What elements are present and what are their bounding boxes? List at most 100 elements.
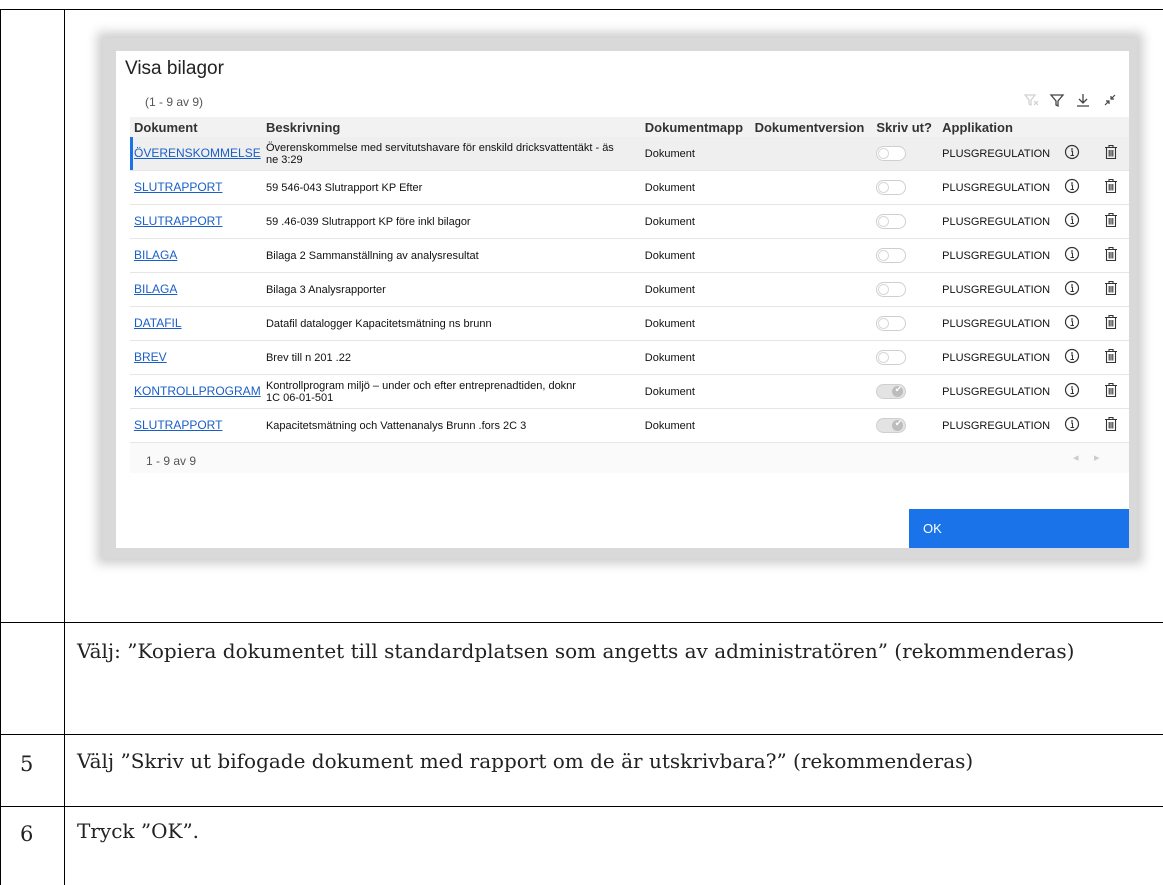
cell-skriv-ut (872, 238, 939, 273)
document-link[interactable]: ÖVERENSKOMMELSE (134, 146, 261, 160)
table-row[interactable]: SLUTRAPPORT 59 .46-039 Slutrapport KP för… (130, 204, 1129, 239)
check-icon: ✔ (894, 418, 903, 428)
table-row-divider (0, 806, 1163, 807)
document-link[interactable]: SLUTRAPPORT (134, 418, 222, 432)
cell-info (1050, 137, 1090, 171)
info-icon[interactable] (1064, 416, 1080, 432)
table-row[interactable]: BILAGA Bilaga 2 Sammanställning av analys… (130, 238, 1129, 273)
cell-beskrivning: Datafil datalogger Kapacitetsmätning ns … (261, 306, 641, 341)
trash-icon[interactable] (1104, 178, 1118, 194)
cell-dokument: KONTROLLPROGRAM (130, 374, 262, 409)
ok-button[interactable]: OK (909, 509, 1129, 548)
column-header-dokumentversion[interactable]: Dokumentversion (750, 117, 873, 137)
cell-delete (1089, 137, 1129, 171)
print-toggle[interactable]: ✔ (876, 384, 907, 399)
cell-beskrivning: Överenskommelse med servitutshavare för … (261, 137, 641, 171)
cell-beskrivning: 59 .46-039 Slutrapport KP före inkl bila… (261, 204, 641, 239)
cell-delete (1089, 408, 1129, 443)
cell-applikation: PLUSGREGULATION (938, 408, 1051, 443)
cell-info (1050, 170, 1090, 205)
cell-delete (1089, 374, 1129, 409)
cell-dokumentmapp: Dokument (640, 306, 751, 341)
document-link[interactable]: DATAFIL (134, 316, 182, 330)
print-toggle[interactable] (876, 316, 907, 331)
trash-icon[interactable] (1104, 382, 1118, 398)
column-header-skriv-ut[interactable]: Skriv ut? (872, 117, 939, 137)
clear-filter-icon[interactable] (1022, 91, 1040, 109)
table-row[interactable]: KONTROLLPROGRAM Kontrollprogram miljö – u… (130, 374, 1129, 409)
pager-text: 1 - 9 av 9 (146, 454, 197, 468)
cell-info (1050, 306, 1090, 341)
collapse-icon[interactable] (1101, 91, 1119, 109)
table-header-row: Dokument Beskrivning Dokumentmapp Dokume… (130, 117, 1129, 137)
info-icon[interactable] (1064, 246, 1080, 262)
print-toggle[interactable] (876, 350, 907, 365)
trash-icon[interactable] (1104, 212, 1118, 228)
table-row-divider (0, 734, 1163, 735)
column-header-dokument[interactable]: Dokument (130, 117, 262, 137)
trash-icon[interactable] (1104, 314, 1118, 330)
table-row[interactable]: BREV Brev till n 201 .22 Dokument PLUSGREGU… (130, 340, 1129, 375)
cell-dokumentmapp: Dokument (640, 238, 751, 273)
info-icon[interactable] (1064, 314, 1080, 330)
trash-icon[interactable] (1104, 280, 1118, 296)
document-link[interactable]: BILAGA (134, 282, 177, 296)
trash-icon[interactable] (1104, 348, 1118, 364)
cell-info (1050, 204, 1090, 239)
dialog-title: Visa bilagor (125, 58, 224, 79)
cell-dokumentmapp: Dokument (640, 340, 751, 375)
info-icon[interactable] (1064, 280, 1080, 296)
table-row[interactable]: SLUTRAPPORT 59 546-043 Slutrapport KP Eft… (130, 170, 1129, 205)
table-row[interactable]: SLUTRAPPORT Kapacitetsmätning och Vattena… (130, 408, 1129, 443)
table-row[interactable]: BILAGA Bilaga 3 Analysrapporter Dokument PL… (130, 272, 1129, 307)
filter-icon[interactable] (1048, 91, 1066, 109)
document-link[interactable]: BREV (134, 350, 167, 364)
trash-icon[interactable] (1104, 416, 1118, 432)
table-row[interactable]: ÖVERENSKOMMELSE Överenskommelse med servi… (130, 137, 1129, 171)
cell-dokumentmapp: Dokument (640, 272, 751, 307)
column-header-dokumentmapp[interactable]: Dokumentmapp (640, 117, 751, 137)
trash-icon[interactable] (1104, 246, 1118, 262)
print-toggle[interactable] (876, 146, 907, 161)
info-icon[interactable] (1064, 178, 1080, 194)
cell-beskrivning: Kontrollprogram miljö – under och efter … (261, 374, 641, 409)
download-icon[interactable] (1074, 91, 1092, 109)
cell-dokumentversion (750, 374, 873, 409)
print-toggle[interactable] (876, 282, 907, 297)
print-toggle[interactable] (876, 248, 907, 263)
table-row-divider (0, 622, 1163, 623)
prev-page-icon[interactable]: ◂ (1073, 451, 1079, 464)
trash-icon[interactable] (1104, 144, 1118, 160)
cell-beskrivning: Bilaga 2 Sammanställning av analysresult… (261, 238, 641, 273)
next-page-icon[interactable]: ▸ (1094, 451, 1100, 464)
cell-applikation: PLUSGREGULATION (938, 340, 1051, 375)
column-header-applikation[interactable]: Applikation (938, 117, 1051, 137)
table-row[interactable]: DATAFIL Datafil datalogger Kapacitetsmätn… (130, 306, 1129, 341)
cell-dokument: DATAFIL (130, 306, 262, 341)
document-link[interactable]: SLUTRAPPORT (134, 214, 222, 228)
document-link[interactable]: SLUTRAPPORT (134, 180, 222, 194)
info-icon[interactable] (1064, 348, 1080, 364)
instruction-text-ok: Tryck ”OK”. (77, 819, 200, 843)
cell-beskrivning: Bilaga 3 Analysrapporter (261, 272, 641, 307)
attachments-dialog: Visa bilagor (1 - 9 av 9) Dokument Beskr… (116, 51, 1129, 548)
cell-delete (1089, 306, 1129, 341)
document-link[interactable]: KONTROLLPROGRAM (134, 384, 261, 398)
cell-delete (1089, 204, 1129, 239)
cell-dokument: ÖVERENSKOMMELSE (130, 137, 262, 171)
column-header-beskrivning[interactable]: Beskrivning (261, 117, 641, 137)
print-toggle[interactable]: ✔ (876, 418, 907, 433)
info-icon[interactable] (1064, 144, 1080, 160)
cell-delete (1089, 238, 1129, 273)
print-toggle[interactable] (876, 214, 907, 229)
cell-applikation: PLUSGREGULATION (938, 204, 1051, 239)
attachments-table: Dokument Beskrivning Dokumentmapp Dokume… (130, 117, 1129, 443)
print-toggle[interactable] (876, 180, 907, 195)
cell-info (1050, 374, 1090, 409)
instruction-text-copy: Välj: ”Kopiera dokumentet till standardp… (77, 639, 1075, 663)
instruction-text-print: Välj ”Skriv ut bifogade dokument med rap… (77, 749, 974, 773)
document-link[interactable]: BILAGA (134, 248, 177, 262)
info-icon[interactable] (1064, 212, 1080, 228)
cell-dokument: BILAGA (130, 272, 262, 307)
info-icon[interactable] (1064, 382, 1080, 398)
